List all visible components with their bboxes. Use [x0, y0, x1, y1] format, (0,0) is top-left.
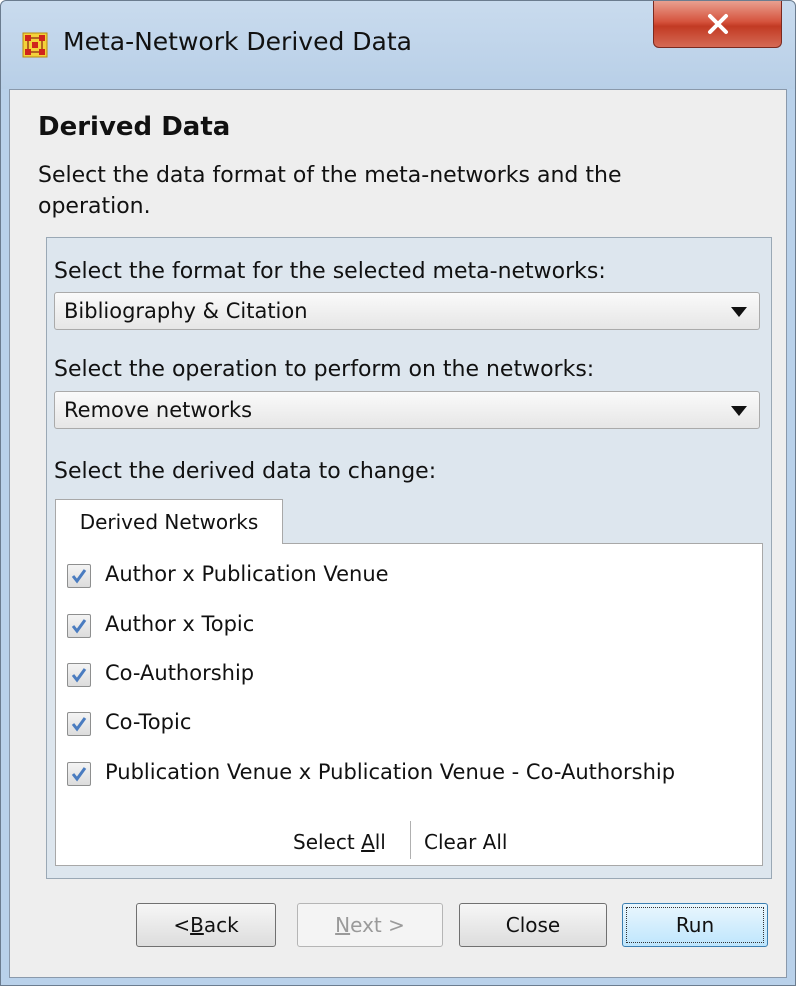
back-button[interactable]: < Back	[136, 903, 276, 947]
close-button[interactable]: Close	[459, 903, 607, 947]
back-prefix: <	[173, 913, 191, 937]
focus-ring	[626, 907, 764, 943]
checkbox-label: Co-Authorship	[105, 661, 255, 685]
format-label: Select the format for the selected meta-…	[54, 259, 606, 284]
next-button[interactable]: Next >	[297, 903, 443, 947]
page-title: Derived Data	[38, 112, 231, 142]
checkmark-icon	[71, 569, 87, 584]
operation-dropdown-value: Remove networks	[64, 398, 253, 422]
chevron-down-icon	[731, 406, 747, 416]
select-all-suffix: ll	[374, 830, 386, 854]
format-dropdown-value: Bibliography & Citation	[64, 299, 308, 323]
operation-dropdown[interactable]: Remove networks	[54, 391, 760, 429]
page-description: Select the data format of the meta-netwo…	[38, 163, 622, 219]
checkbox[interactable]	[67, 762, 91, 786]
grid-network-icon	[22, 32, 48, 58]
derived-networks-panel	[55, 543, 763, 866]
next-mnemonic: N	[335, 913, 351, 937]
next-suffix: ext >	[350, 913, 405, 937]
derived-data-label: Select the derived data to change:	[54, 459, 437, 484]
checkmark-icon	[71, 767, 87, 782]
title-bar[interactable]: Meta-Network Derived Data	[1, 1, 795, 89]
checkbox[interactable]	[67, 663, 91, 687]
select-all-mnemonic: A	[361, 830, 375, 854]
select-all-button[interactable]: Select All	[293, 830, 386, 854]
checkbox-label: Co-Topic	[105, 710, 192, 734]
checkbox-label: Publication Venue x Publication Venue - …	[105, 760, 676, 784]
checkbox-label: Author x Topic	[105, 612, 255, 636]
clear-all-button[interactable]: Clear All	[424, 830, 507, 854]
back-suffix: ack	[203, 913, 239, 937]
window-title: Meta-Network Derived Data	[63, 27, 412, 56]
select-all-prefix: Select	[293, 830, 362, 854]
tab-label: Derived Networks	[79, 510, 259, 534]
back-mnemonic: B	[190, 913, 204, 937]
checkbox[interactable]	[67, 564, 91, 588]
chevron-down-icon	[731, 307, 747, 317]
close-icon	[707, 14, 728, 34]
run-button[interactable]: Run	[622, 903, 768, 947]
checkbox[interactable]	[67, 712, 91, 736]
checkmark-icon	[71, 619, 87, 634]
divider	[410, 821, 411, 859]
checkmark-icon	[71, 668, 87, 683]
format-dropdown[interactable]: Bibliography & Citation	[54, 292, 760, 330]
checkbox-label: Author x Publication Venue	[105, 562, 389, 586]
close-window-button[interactable]	[653, 1, 782, 48]
checkbox[interactable]	[67, 614, 91, 638]
checkmark-icon	[71, 717, 87, 732]
operation-label: Select the operation to perform on the n…	[54, 357, 595, 382]
tab-derived-networks[interactable]: Derived Networks	[55, 499, 283, 544]
